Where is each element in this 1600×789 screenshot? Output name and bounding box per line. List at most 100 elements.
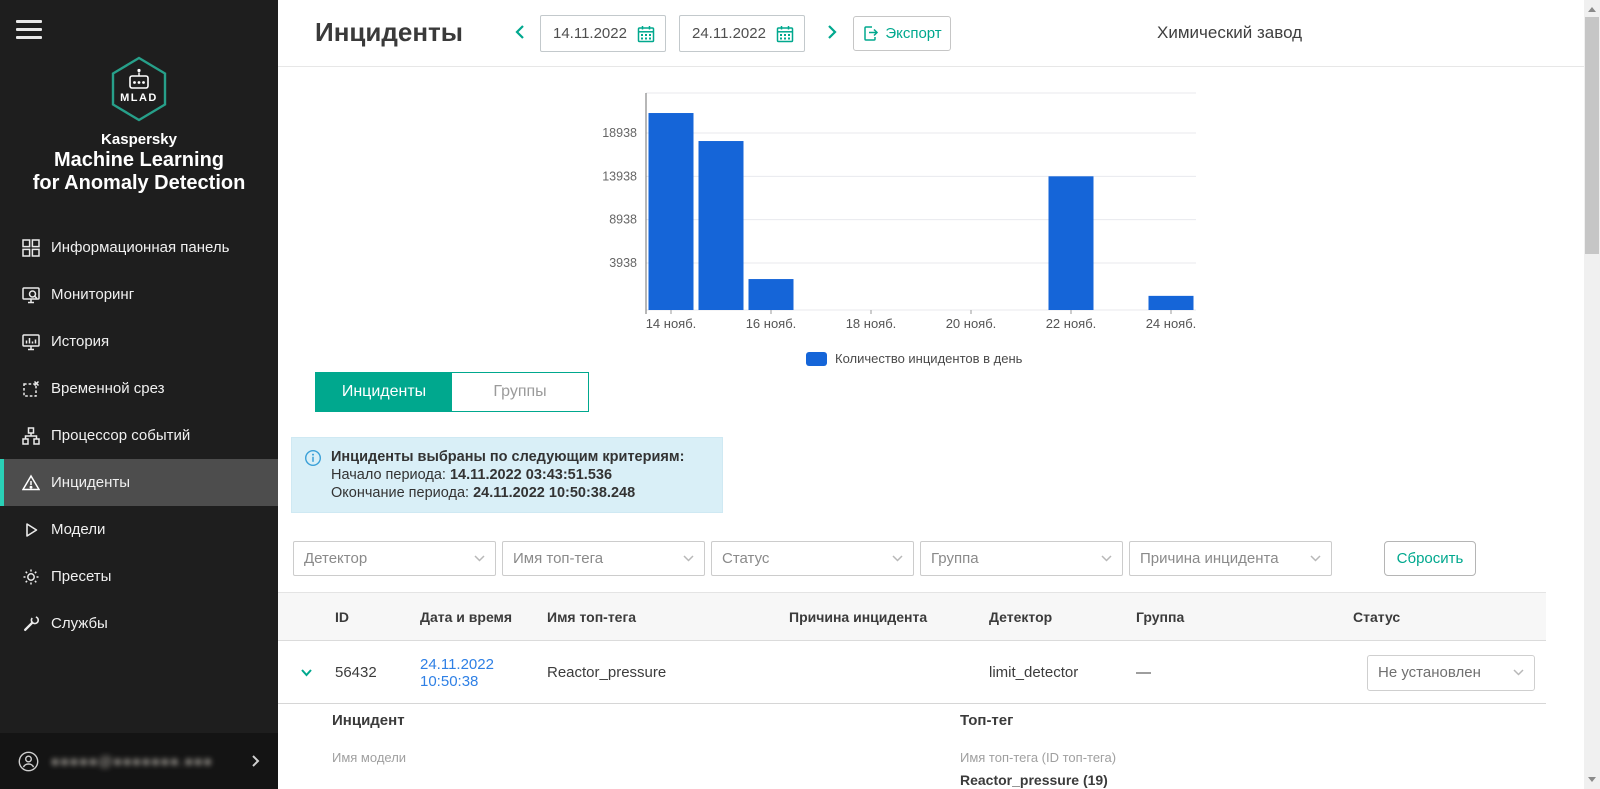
status-select[interactable]: Не установлен (1367, 655, 1535, 691)
incidents-icon (22, 474, 40, 492)
table-row: 56432 24.11.2022 10:50:38 Reactor_pressu… (278, 642, 1546, 704)
calendar-icon (776, 25, 794, 43)
cell-id: 56432 (330, 664, 415, 681)
sidebar-nav: Информационная панель Мониторинг История… (0, 224, 278, 647)
legend-label: Количество инцидентов в день (835, 351, 1022, 366)
svg-text:16 нояб.: 16 нояб. (746, 316, 797, 331)
menu-icon[interactable] (16, 20, 42, 39)
dashboard-icon (22, 239, 40, 257)
chevron-down-icon (300, 668, 313, 677)
vertical-scrollbar[interactable] (1584, 0, 1600, 789)
chevron-left-icon (514, 24, 526, 40)
chevron-down-icon (892, 555, 903, 562)
sidebar: MLAD Kaspersky Machine Learning for Anom… (0, 0, 278, 789)
user-icon (18, 751, 39, 772)
mlad-logo: MLAD (0, 56, 278, 127)
sidebar-item-services[interactable]: Службы (0, 600, 278, 647)
sidebar-item-label: Пресеты (51, 568, 111, 585)
page-title: Инциденты (315, 17, 463, 48)
filter-top-tag-select[interactable]: Имя топ-тега (502, 541, 705, 576)
filter-group-select[interactable]: Группа (920, 541, 1123, 576)
date-from-value: 14.11.2022 (553, 25, 637, 42)
cell-group: — (1131, 664, 1348, 681)
svg-text:3938: 3938 (609, 256, 637, 270)
sidebar-item-label: Временной срез (51, 380, 165, 397)
sidebar-item-event-processor[interactable]: Процессор событий (0, 412, 278, 459)
chevron-down-icon (1101, 555, 1112, 562)
export-label: Экспорт (885, 25, 941, 42)
top-tag-value: Reactor_pressure (19) (960, 772, 1108, 788)
criteria-title: Инциденты выбраны по следующим критериям… (331, 448, 684, 466)
cell-top-tag: Reactor_pressure (542, 664, 784, 681)
calendar-icon (637, 25, 655, 43)
sidebar-item-history[interactable]: История (0, 318, 278, 365)
sidebar-item-label: Модели (51, 521, 105, 538)
product-name: Machine Learning for Anomaly Detection (0, 149, 278, 195)
tab-groups[interactable]: Группы (452, 373, 588, 411)
top-tag-section-title: Топ-тег (960, 712, 1013, 729)
period-forward-button[interactable] (826, 24, 846, 44)
export-button[interactable]: Экспорт (853, 16, 951, 51)
main-content: Инциденты 14.11.2022 24.11.2022 Экспорт … (278, 0, 1584, 789)
col-id: ID (330, 609, 415, 625)
top-tag-label: Имя топ-тега (ID топ-тега) (960, 750, 1116, 765)
models-icon (22, 521, 40, 539)
time-slice-icon (22, 380, 40, 398)
filter-status-select[interactable]: Статус (711, 541, 914, 576)
scroll-up-arrow[interactable] (1588, 7, 1596, 12)
row-expander[interactable] (278, 668, 330, 677)
user-account[interactable]: ●●●●●@●●●●●●●.●●● (0, 733, 278, 789)
cell-detector: limit_detector (984, 664, 1131, 681)
sidebar-item-label: Процессор событий (51, 427, 190, 444)
history-icon (22, 333, 40, 351)
criteria-info-box: Инциденты выбраны по следующим критериям… (291, 437, 723, 513)
cell-datetime-link[interactable]: 24.11.2022 10:50:38 (415, 656, 542, 690)
chevron-down-icon (1513, 669, 1524, 676)
filter-detector-select[interactable]: Детектор (293, 541, 496, 576)
svg-text:22 нояб.: 22 нояб. (1046, 316, 1097, 331)
event-processor-icon (22, 427, 40, 445)
sidebar-item-label: Инциденты (51, 474, 130, 491)
date-to-input[interactable]: 24.11.2022 (679, 15, 805, 52)
filter-bar: Детектор Имя топ-тега Статус Группа Прич… (293, 541, 1332, 576)
chevron-down-icon (474, 555, 485, 562)
period-start-value: 14.11.2022 03:43:51.536 (450, 467, 612, 483)
date-from-input[interactable]: 14.11.2022 (540, 15, 666, 52)
sidebar-item-dashboard[interactable]: Информационная панель (0, 224, 278, 271)
asset-context-label: Химический завод (1157, 23, 1302, 43)
mlad-app: MLAD Kaspersky Machine Learning for Anom… (0, 0, 1600, 789)
period-back-button[interactable] (514, 24, 534, 44)
col-group: Группа (1131, 609, 1348, 625)
sidebar-item-models[interactable]: Модели (0, 506, 278, 553)
col-datetime: Дата и время (415, 609, 542, 625)
chevron-down-icon (683, 555, 694, 562)
col-status: Статус (1348, 609, 1546, 625)
brand-name: Kaspersky (0, 131, 278, 148)
incidents-table-header: ID Дата и время Имя топ-тега Причина инц… (278, 592, 1546, 641)
svg-text:8938: 8938 (609, 213, 637, 227)
scrollbar-thumb[interactable] (1585, 17, 1599, 254)
svg-text:20 нояб.: 20 нояб. (946, 316, 997, 331)
info-icon (304, 449, 322, 467)
svg-text:24 нояб.: 24 нояб. (1146, 316, 1197, 331)
tab-incidents[interactable]: Инциденты (316, 373, 452, 411)
period-end-value: 24.11.2022 10:50:38.248 (473, 485, 635, 501)
svg-text:14 нояб.: 14 нояб. (646, 316, 697, 331)
filter-reason-select[interactable]: Причина инцидента (1129, 541, 1332, 576)
services-icon (22, 615, 40, 633)
user-email: ●●●●●@●●●●●●●.●●● (51, 753, 239, 769)
sidebar-item-label: История (51, 333, 109, 350)
chart-legend: Количество инцидентов в день (806, 351, 1022, 366)
presets-icon (22, 568, 40, 586)
incident-section-title: Инцидент (332, 712, 405, 729)
page-header: Инциденты 14.11.2022 24.11.2022 Экспорт … (278, 0, 1584, 67)
sidebar-item-time-slice[interactable]: Временной срез (0, 365, 278, 412)
sidebar-item-incidents[interactable]: Инциденты (0, 459, 278, 506)
sidebar-item-monitoring[interactable]: Мониторинг (0, 271, 278, 318)
scroll-down-arrow[interactable] (1588, 777, 1596, 782)
col-reason: Причина инцидента (784, 609, 984, 625)
sidebar-item-presets[interactable]: Пресеты (0, 553, 278, 600)
incident-detail-panel: Инцидент Имя модели Топ-тег Имя топ-тега… (278, 704, 1546, 789)
reset-filters-button[interactable]: Сбросить (1384, 541, 1476, 576)
monitoring-icon (22, 286, 40, 304)
